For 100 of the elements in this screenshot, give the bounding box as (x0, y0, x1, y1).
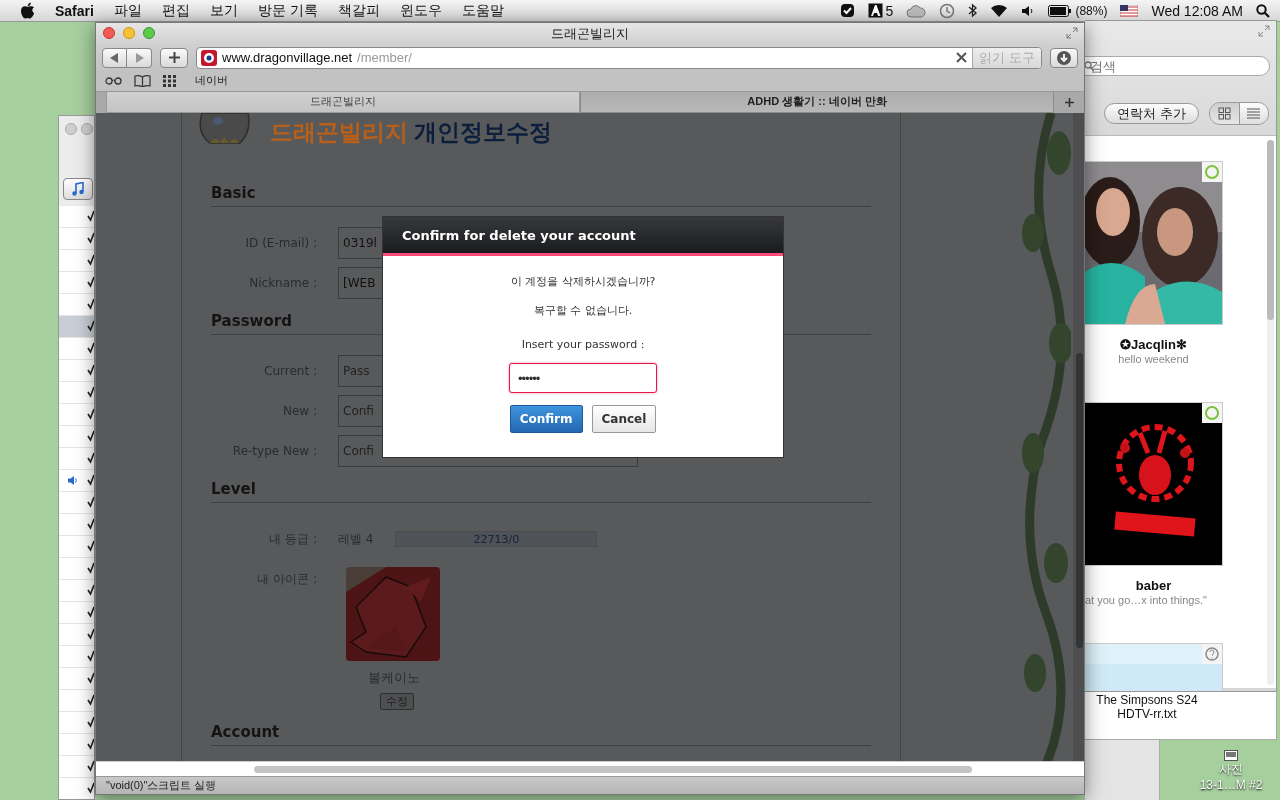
file-name: The Simpsons S24 HDTV-rr.txt (1095, 692, 1199, 723)
checkmark-icon[interactable] (87, 254, 94, 266)
checkmark-icon[interactable] (87, 276, 94, 288)
contact-mood: hello weekend (1118, 353, 1189, 365)
clock-icon[interactable] (939, 2, 956, 19)
grid-view-icon (1217, 107, 1231, 120)
battery-percent: (88%) (1075, 3, 1108, 18)
checkmark-icon[interactable] (87, 760, 94, 772)
checkmark-icon[interactable] (87, 694, 94, 706)
contact-mood: at you go…x into things." (1085, 594, 1207, 606)
site-icon (201, 49, 217, 66)
glasses-icon[interactable] (105, 76, 122, 86)
view-toggle[interactable] (1238, 103, 1268, 124)
scrollbar-thumb[interactable] (254, 766, 972, 774)
book-icon[interactable] (134, 74, 151, 87)
bluetooth-icon[interactable] (968, 3, 978, 18)
confirm-button[interactable]: Confirm (509, 405, 583, 434)
password-prompt: Insert your password : (521, 338, 645, 352)
list-view-icon (1247, 107, 1261, 120)
checkmark-icon[interactable] (87, 540, 94, 552)
checkmark-icon[interactable] (87, 672, 94, 684)
music-note-icon (72, 182, 84, 196)
checkmark-icon[interactable] (87, 298, 94, 310)
checkmark-icon[interactable] (87, 408, 94, 420)
scrollbar-thumb[interactable] (1267, 140, 1274, 320)
menu-item[interactable]: 도움말 (461, 1, 504, 20)
add-contact-button[interactable]: 연락처 추가 (1104, 103, 1199, 124)
update-count: 5 (885, 2, 894, 19)
search-icon[interactable] (1256, 3, 1270, 18)
cloud-icon[interactable] (906, 3, 927, 18)
plus-icon (1064, 98, 1074, 107)
contact-name[interactable]: baber (1135, 578, 1172, 593)
page-title: 개인정보수정 (414, 118, 552, 148)
section-heading: Basic (211, 184, 871, 208)
download-icon (1057, 50, 1071, 65)
experience-bar: 22713/0 (395, 531, 598, 548)
site-brand: 드래곤빌리지 (270, 118, 408, 148)
checkmark-icon[interactable] (87, 496, 94, 508)
bookmark-link[interactable]: 네이버 (195, 73, 228, 89)
status-text: "void(0)"스크립트 실행 (106, 778, 217, 794)
checkmark-icon[interactable] (87, 650, 94, 662)
photo-file-icon[interactable] (1224, 750, 1238, 761)
menu-item[interactable]: 윈도우 (399, 1, 442, 20)
checkmark-icon[interactable] (87, 584, 94, 596)
back-button[interactable] (102, 47, 127, 68)
checkmark-icon[interactable] (87, 474, 94, 486)
contact-name[interactable]: ✪Jacqlin✻ (1120, 337, 1187, 352)
shield-check-icon[interactable] (839, 3, 855, 18)
menu-item[interactable]: 파일 (113, 1, 142, 20)
checkmark-icon[interactable] (87, 452, 94, 464)
checkmark-icon[interactable] (87, 386, 94, 398)
fullscreen-icon[interactable] (1258, 25, 1270, 37)
menu-clock[interactable]: Wed 12:08 AM (1151, 2, 1243, 19)
checkmark-icon[interactable] (87, 562, 94, 574)
clear-icon[interactable] (956, 52, 968, 64)
downloads-button[interactable] (1050, 47, 1078, 68)
wifi-icon[interactable] (990, 3, 1009, 18)
view-toggle[interactable] (1209, 103, 1239, 124)
checkmark-icon[interactable] (87, 782, 94, 794)
grid-icon[interactable] (163, 74, 177, 87)
browser-tab[interactable]: 드래곤빌리지 (106, 91, 580, 114)
checkmark-icon[interactable] (87, 232, 94, 244)
section-heading: Level (211, 480, 871, 504)
checkmark-icon[interactable] (87, 342, 94, 354)
fullscreen-icon[interactable] (1066, 27, 1078, 39)
password-field[interactable]: •••••• (509, 363, 657, 394)
volume-icon[interactable] (1021, 4, 1036, 17)
checkmark-icon[interactable] (87, 320, 94, 332)
checkmark-icon[interactable] (87, 716, 94, 728)
browser-tab[interactable]: ADHD 생활기 :: 네이버 만화 (580, 91, 1054, 114)
menu-item[interactable]: Safari (55, 2, 94, 19)
checkmark-icon[interactable] (87, 364, 94, 376)
add-button[interactable] (160, 47, 188, 68)
forward-button[interactable] (127, 47, 152, 68)
window-title: 드래곤빌리지 (551, 24, 629, 43)
flag-icon[interactable] (1120, 4, 1139, 17)
battery-icon[interactable] (1048, 4, 1073, 17)
apple-icon[interactable] (20, 2, 35, 19)
section-heading: Account (211, 723, 871, 747)
menu-item[interactable]: 편집 (161, 1, 190, 20)
close-button[interactable] (103, 27, 115, 39)
checkmark-icon[interactable] (87, 606, 94, 618)
search-field[interactable]: 검색 (1085, 56, 1270, 76)
menu-item[interactable]: 방문 기록 (257, 1, 318, 20)
checkmark-icon[interactable] (87, 430, 94, 442)
dialog-message: 이 계정을 삭제하시겠습니까? (510, 274, 656, 290)
back-icon (110, 52, 119, 63)
zoom-button[interactable] (143, 27, 155, 39)
scrollbar-thumb[interactable] (1076, 353, 1083, 649)
menu-item[interactable]: 책갈피 (337, 1, 380, 20)
checkmark-icon[interactable] (87, 518, 94, 530)
dialog-title: Confirm for delete your account (383, 217, 783, 257)
music-button[interactable] (63, 178, 93, 200)
checkmark-icon[interactable] (87, 738, 94, 750)
checkmark-icon[interactable] (87, 210, 94, 222)
forward-icon (134, 52, 144, 63)
track-row[interactable] (59, 316, 94, 338)
cancel-button[interactable]: Cancel (591, 405, 657, 434)
checkmark-icon[interactable] (87, 628, 94, 640)
menu-item[interactable]: 보기 (209, 1, 238, 20)
